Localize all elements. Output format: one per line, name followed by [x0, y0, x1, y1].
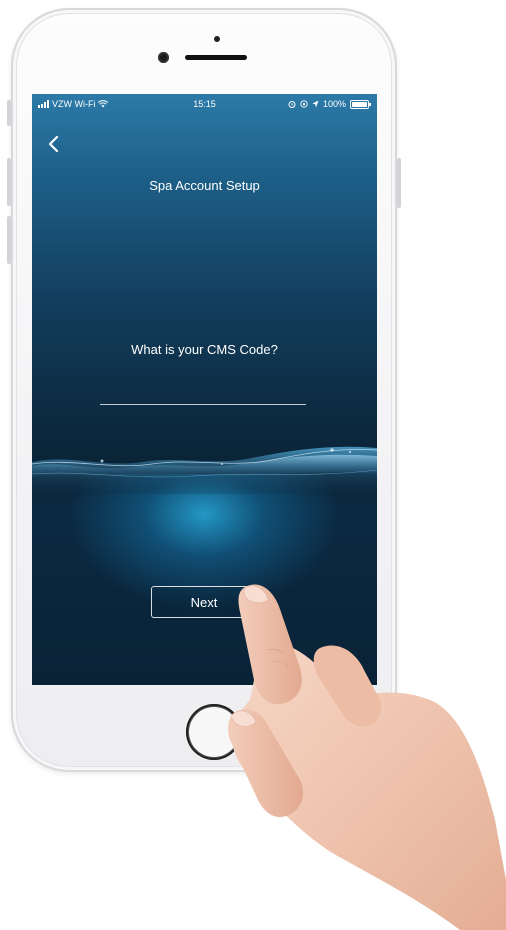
- chevron-left-icon: [48, 135, 59, 153]
- page-title: Spa Account Setup: [149, 178, 260, 193]
- status-bar: VZW Wi-Fi 15:15 100%: [32, 94, 377, 114]
- mute-switch: [7, 100, 11, 126]
- volume-down-button: [7, 216, 11, 264]
- front-camera: [158, 52, 169, 63]
- product-photo: VZW Wi-Fi 15:15 100% Spa Account Setup W…: [0, 0, 506, 930]
- cms-code-question: What is your CMS Code?: [131, 342, 278, 357]
- earpiece-speaker: [185, 55, 247, 60]
- alarm-icon: [288, 101, 296, 108]
- power-button: [397, 158, 401, 208]
- volume-up-button: [7, 158, 11, 206]
- orientation-lock-icon: [300, 100, 308, 108]
- back-button[interactable]: [42, 132, 66, 156]
- app-screen: VZW Wi-Fi 15:15 100% Spa Account Setup W…: [32, 94, 377, 685]
- battery-percent: 100%: [322, 99, 346, 109]
- proximity-sensor: [214, 36, 220, 42]
- water-surface-image: [32, 446, 377, 494]
- home-button[interactable]: [186, 704, 242, 760]
- next-button[interactable]: Next: [151, 586, 257, 618]
- cms-code-input[interactable]: [100, 378, 306, 405]
- battery-icon: [350, 99, 371, 109]
- location-icon: [312, 100, 319, 108]
